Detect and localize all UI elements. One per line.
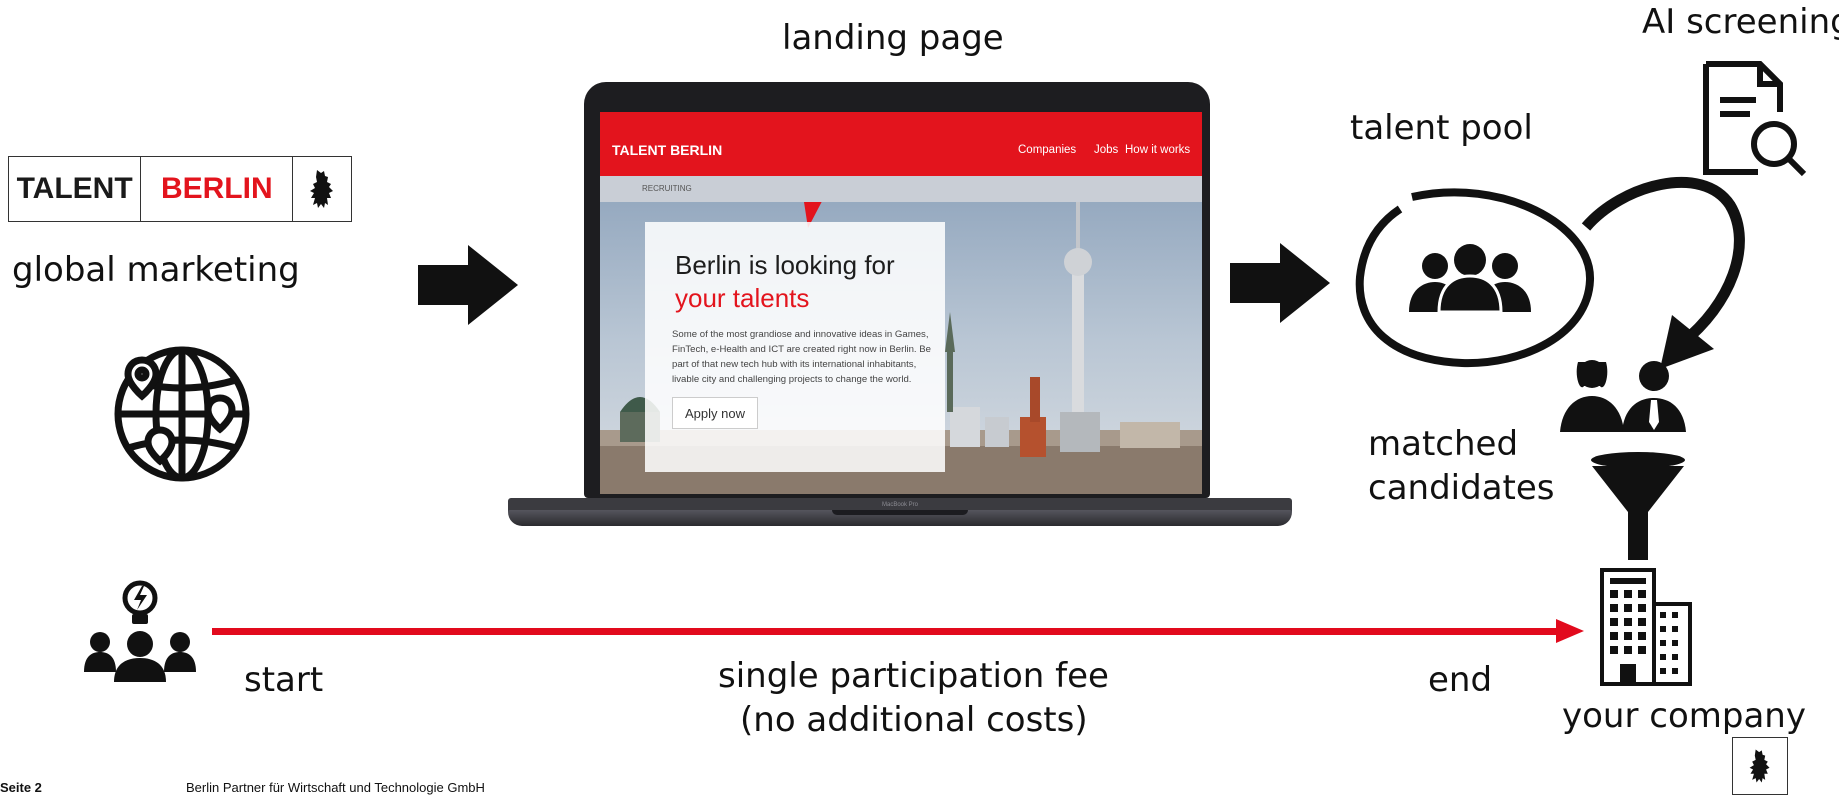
users-group-icon — [1405, 242, 1535, 314]
matched-label-line1: matched — [1368, 424, 1519, 464]
subnav-recruiting[interactable]: RECRUITING — [642, 184, 692, 193]
funnel-icon — [1590, 452, 1686, 562]
landing-page-screen: TALENT BERLIN Companies Jobs How it work… — [600, 112, 1202, 494]
fee-label-line2: (no additional costs) — [740, 700, 1088, 740]
talent-pool-label: talent pool — [1350, 108, 1533, 148]
footer-company: Berlin Partner für Wirtschaft und Techno… — [186, 780, 485, 795]
apply-now-button[interactable]: Apply now — [672, 397, 758, 429]
landing-page-label: landing page — [782, 18, 1004, 58]
global-marketing-label: global marketing — [12, 250, 300, 290]
curved-arrow-icon — [1572, 165, 1752, 375]
building-icon — [1600, 568, 1692, 686]
laptop-notch — [832, 510, 968, 515]
logo-talent-text: TALENT — [9, 157, 142, 221]
nav-jobs[interactable]: Jobs — [1094, 144, 1118, 156]
your-company-label: your company — [1562, 696, 1806, 736]
ai-screening-label: AI screening — [1642, 2, 1839, 42]
footer-page-number: Seite 2 — [0, 780, 42, 795]
screen-logo[interactable]: TALENT BERLIN — [612, 142, 722, 158]
end-label: end — [1428, 660, 1493, 700]
arrow-right-icon — [418, 245, 518, 325]
ideas-team-icon — [84, 578, 196, 682]
timeline-arrowhead-icon — [1556, 619, 1584, 643]
hero-body-text: Some of the most grandiose and innovativ… — [672, 329, 931, 385]
start-label: start — [244, 660, 324, 700]
globe-icon — [108, 338, 256, 486]
logo-berlin-text: BERLIN — [141, 157, 294, 221]
device-brand-label: MacBook Pro — [881, 502, 918, 508]
arrow-right-icon — [1230, 243, 1330, 323]
candidates-icon — [1558, 352, 1688, 432]
matched-label-line2: candidates — [1368, 468, 1555, 508]
timeline-line — [212, 628, 1560, 635]
fee-label-line1: single participation fee — [718, 656, 1109, 696]
footer-bear-logo — [1732, 737, 1788, 795]
bear-icon — [293, 157, 351, 221]
hero-title-line2: your talents — [675, 283, 810, 313]
screening-document-icon — [1698, 60, 1808, 178]
nav-how-it-works[interactable]: How it works — [1125, 144, 1190, 156]
bear-icon — [1749, 749, 1770, 783]
hero-title-line1: Berlin is looking for — [675, 250, 895, 280]
talent-berlin-logo: TALENT BERLIN — [8, 156, 352, 222]
nav-companies[interactable]: Companies — [1018, 144, 1076, 156]
